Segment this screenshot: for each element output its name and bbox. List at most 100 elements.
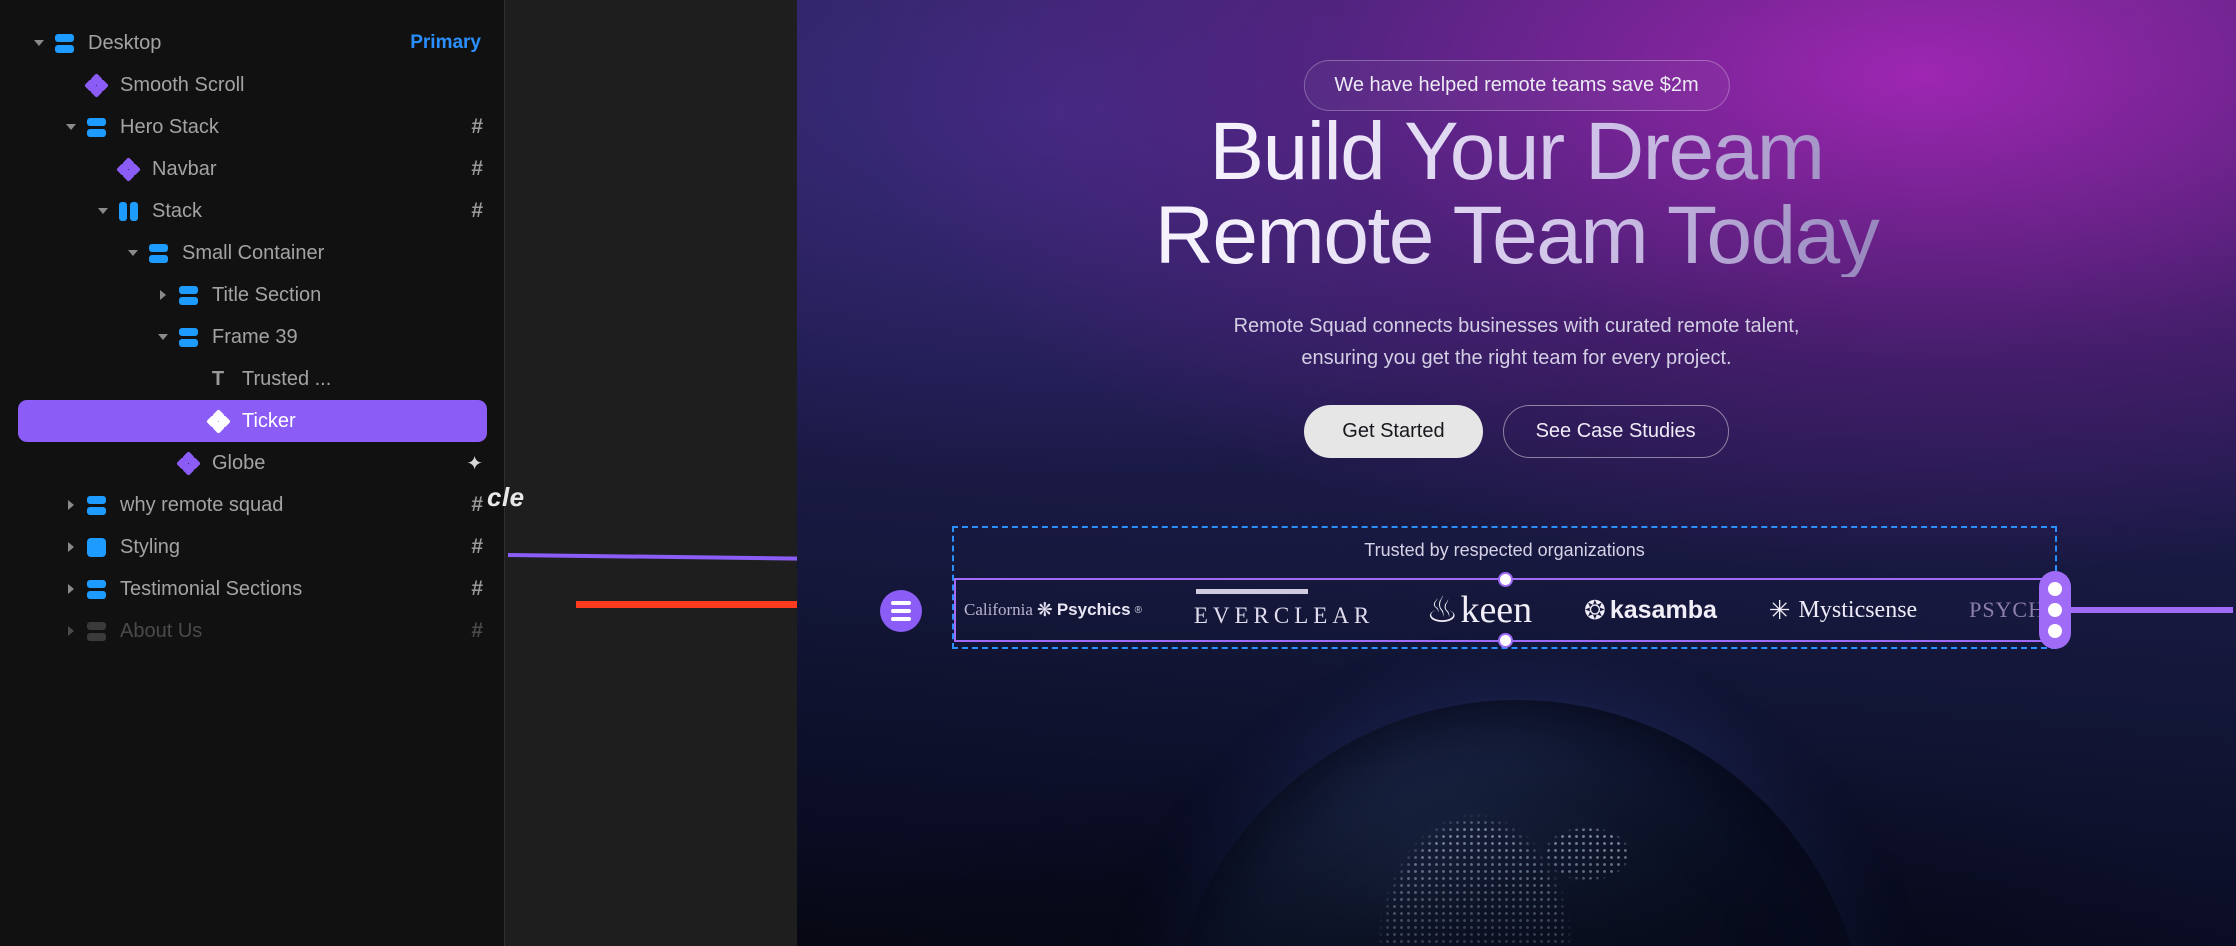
layer-label: Globe — [212, 451, 266, 474]
layer-label: Testimonial Sections — [120, 577, 303, 600]
square-icon — [82, 537, 110, 557]
layer-row-styling[interactable]: Styling # — [18, 526, 487, 568]
layer-label: Smooth Scroll — [120, 73, 245, 96]
logo-california-psychics: California ❋ Psychics ® — [964, 599, 1142, 622]
stack-icon — [114, 201, 142, 221]
layer-row-about-us[interactable]: About Us # — [18, 610, 487, 652]
disclosure-triangle-icon[interactable] — [60, 500, 82, 510]
layer-row-small-container[interactable]: Small Container — [18, 232, 487, 274]
text-icon: T — [211, 368, 225, 390]
resize-handle-top[interactable] — [1497, 572, 1513, 587]
figma-like-editor: Desktop Primary Smooth Scroll Hero Stack # Na… — [0, 0, 2236, 946]
frame-icon — [82, 621, 110, 641]
primary-badge: Primary — [410, 32, 481, 53]
disclosure-triangle-icon[interactable] — [60, 626, 82, 636]
frame-icon — [144, 243, 172, 263]
logo-everclear: EVERCLEAR — [1194, 589, 1374, 629]
hash-icon: # — [471, 199, 483, 222]
layer-label: Title Section — [212, 283, 322, 306]
sparkle-icon: ✦ — [466, 452, 483, 475]
disclosure-triangle-icon[interactable] — [60, 542, 82, 552]
component-icon — [82, 72, 110, 98]
component-icon — [114, 156, 142, 182]
kasamba-knot-icon: ❂ — [1584, 595, 1606, 625]
logo-keen-word: keen — [1460, 589, 1533, 631]
layer-row-navbar[interactable]: Navbar # — [18, 148, 487, 190]
logo-california-word: California — [964, 600, 1033, 619]
disclosure-triangle-icon[interactable] — [60, 124, 82, 130]
hero-subtitle: Remote Squad connects businesses with cu… — [1233, 315, 1800, 369]
hero-cta-group: Get Started See Case Studies — [797, 405, 2236, 458]
disclosure-triangle-icon[interactable] — [152, 334, 174, 340]
layer-row-trusted[interactable]: T Trusted ... — [18, 358, 487, 400]
get-started-button[interactable]: Get Started — [1304, 405, 1483, 458]
sunburst-icon: ❋ — [1036, 599, 1053, 621]
logo-psychic-source: PSYCH — [1969, 597, 2045, 622]
hero-title: Build Your Dream Remote Team Today — [797, 110, 2236, 277]
layer-label: why remote squad — [120, 493, 284, 516]
layer-label: About Us — [120, 619, 203, 642]
component-icon — [174, 450, 202, 476]
hash-icon: # — [471, 493, 483, 516]
disclosure-triangle-icon[interactable] — [60, 584, 82, 594]
hash-icon: # — [471, 619, 483, 642]
layer-label: Navbar — [152, 157, 217, 180]
layer-row-globe[interactable]: Globe ✦ — [18, 442, 487, 484]
layer-row-hero-stack[interactable]: Hero Stack # — [18, 106, 487, 148]
layer-label: Trusted ... — [242, 367, 332, 390]
layer-row-ticker[interactable]: Ticker — [18, 400, 487, 442]
ticker-logo-row: California ❋ Psychics ® EVERCLEAR ♨ keen… — [956, 580, 2053, 640]
layer-row-why-remote-squad[interactable]: why remote squad # — [18, 484, 487, 526]
logo-kasamba: ❂ kasamba — [1584, 596, 1717, 625]
hero-announcement-pill[interactable]: We have helped remote teams save $2m — [1303, 60, 1730, 111]
hash-icon: # — [471, 577, 483, 600]
bird-icon: ✳ — [1768, 595, 1791, 625]
resize-handle-bottom[interactable] — [1497, 633, 1513, 648]
frame-icon — [50, 33, 78, 53]
see-case-studies-button[interactable]: See Case Studies — [1502, 405, 1729, 458]
layer-label: Frame 39 — [212, 325, 298, 348]
layer-row-stack[interactable]: Stack # — [18, 190, 487, 232]
component-icon — [204, 408, 232, 434]
trusted-label: Trusted by respected organizations — [1364, 540, 1645, 560]
layer-row-frame-39[interactable]: Frame 39 — [18, 316, 487, 358]
connector-line-right — [2065, 607, 2233, 613]
disclosure-triangle-icon[interactable] — [92, 208, 114, 214]
logo-keen: ♨ keen — [1426, 591, 1532, 629]
frame-icon — [174, 327, 202, 347]
frame-icon — [174, 285, 202, 305]
frame-icon — [82, 495, 110, 515]
hero-title-line-2: Remote Team Today — [1154, 189, 1879, 281]
disclosure-triangle-icon[interactable] — [152, 290, 174, 300]
frame-icon — [82, 579, 110, 599]
hash-icon: # — [471, 115, 483, 138]
logo-mysticsense: ✳ Mysticsense — [1769, 597, 1917, 624]
hash-icon: # — [471, 157, 483, 180]
logo-mysticsense-word: Mysticsense — [1798, 596, 1918, 623]
disclosure-triangle-icon[interactable] — [122, 250, 144, 256]
hero-title-line-1: Build Your Dream — [1209, 106, 1824, 197]
logo-psychics-word: Psychics — [1056, 600, 1131, 619]
layer-row-desktop[interactable]: Desktop Primary — [18, 22, 487, 64]
layer-label: Desktop — [88, 31, 162, 54]
layer-row-testimonial-sections[interactable]: Testimonial Sections # — [18, 568, 487, 610]
ticker-selection[interactable]: California ❋ Psychics ® EVERCLEAR ♨ keen… — [954, 571, 2233, 649]
frame-icon — [82, 117, 110, 137]
stack-layout-badge-icon[interactable] — [880, 590, 922, 632]
layer-label: Small Container — [182, 241, 325, 264]
layer-label: Styling — [120, 535, 181, 558]
layer-tree: Desktop Primary Smooth Scroll Hero Stack # Na… — [0, 22, 505, 652]
hero-artboard[interactable]: We have helped remote teams save $2m Bui… — [797, 0, 2236, 946]
layer-label: Hero Stack — [120, 115, 219, 138]
drag-handle-right[interactable] — [2039, 571, 2071, 649]
offscreen-artboard-text: cle — [487, 482, 525, 512]
layers-panel[interactable]: Desktop Primary Smooth Scroll Hero Stack # Na… — [0, 0, 505, 946]
tulip-icon: ♨ — [1426, 589, 1459, 630]
hash-icon: # — [471, 535, 483, 558]
layer-row-smooth-scroll[interactable]: Smooth Scroll — [18, 64, 487, 106]
logo-kasamba-word: kasamba — [1609, 595, 1717, 624]
layer-row-title-section[interactable]: Title Section — [18, 274, 487, 316]
layer-label: Stack — [152, 199, 203, 222]
disclosure-triangle-icon[interactable] — [28, 40, 50, 46]
registered-mark-icon: ® — [1134, 604, 1142, 616]
